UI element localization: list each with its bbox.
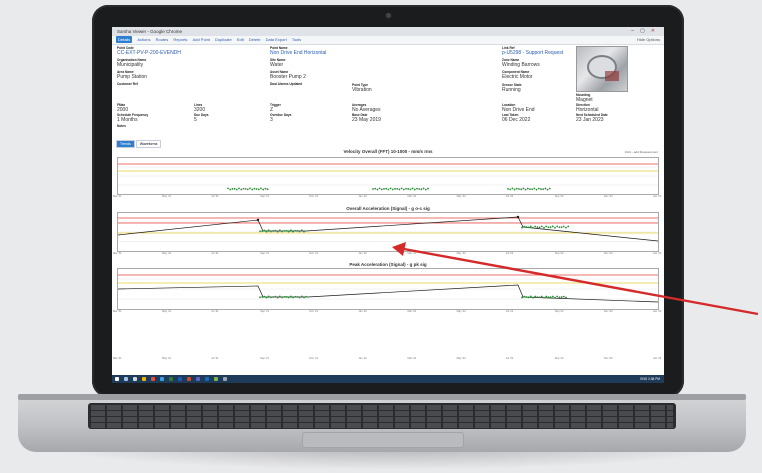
annotation-arrow-shaft: [403, 247, 759, 316]
annotation-arrow-head: [392, 242, 406, 256]
annotation-overlay: [392, 242, 759, 316]
